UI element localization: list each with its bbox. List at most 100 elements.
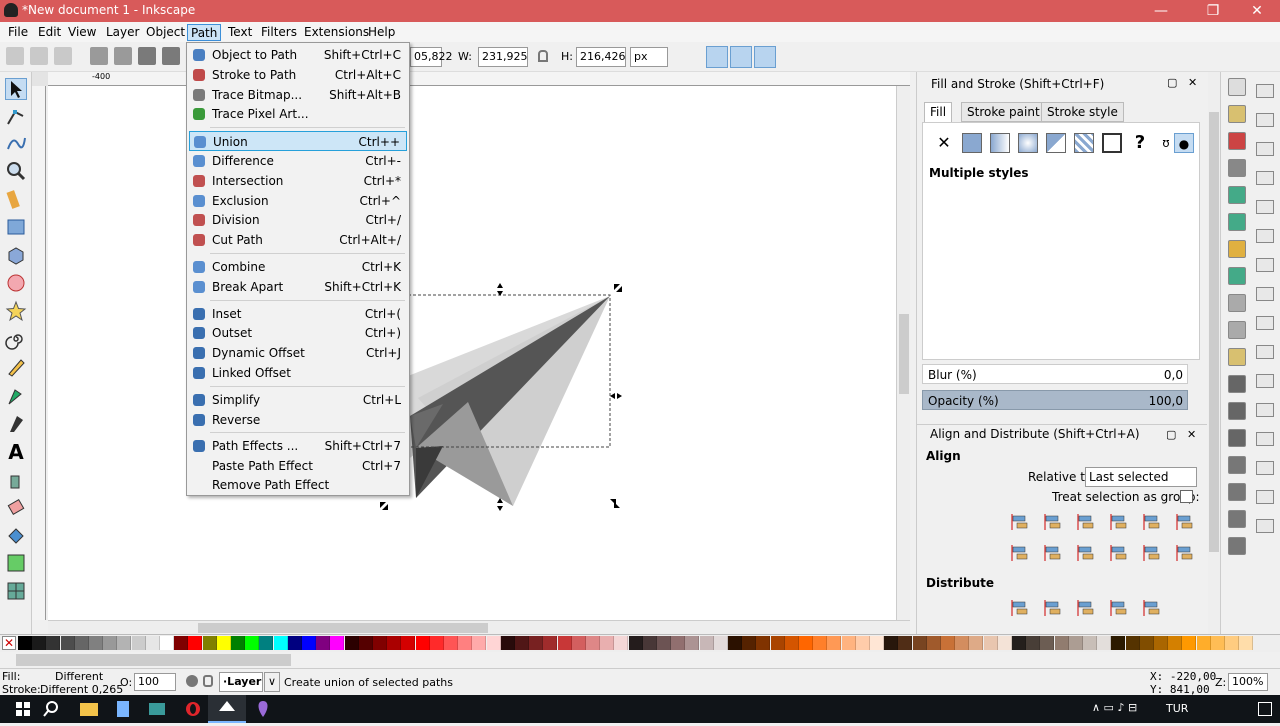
palette-scroll-thumb[interactable] (16, 654, 291, 666)
drawing-canvas[interactable] (48, 86, 896, 620)
opacity-slider[interactable]: Opacity (%) 100,0 (922, 390, 1188, 410)
tab-stroke-style[interactable]: Stroke style (1041, 102, 1124, 122)
path-menu-item-division[interactable]: Division Ctrl+/ (189, 210, 407, 230)
align-bottom-edges-icon[interactable] (1010, 543, 1030, 563)
distribute-right-icon[interactable] (1076, 598, 1096, 618)
flat-color-icon[interactable] (962, 133, 982, 153)
palette-swatch[interactable] (1154, 636, 1168, 650)
palette-swatch[interactable] (1054, 636, 1069, 650)
palette-swatch[interactable] (344, 636, 359, 650)
rotate-ccw-icon[interactable] (90, 47, 108, 65)
path-menu-item-dynamic-offset[interactable]: Dynamic Offset Ctrl+J (189, 343, 407, 363)
align-right-edges-icon[interactable] (1010, 512, 1030, 532)
palette-swatch[interactable] (245, 636, 260, 650)
canvas-horizontal-scrollbar[interactable] (48, 620, 910, 634)
text-anchor-align-icon[interactable] (1175, 543, 1195, 563)
menu-file[interactable]: File (5, 24, 31, 41)
palette-swatch[interactable] (273, 636, 288, 650)
tab-stroke-paint[interactable]: Stroke paint (961, 102, 1046, 122)
path-menu-item-trace-bitmap[interactable]: Trace Bitmap... Shift+Alt+B (189, 85, 407, 105)
palette-swatch[interactable] (941, 636, 955, 650)
palette-swatch[interactable] (1139, 636, 1154, 650)
tweak-tool-icon[interactable] (5, 132, 27, 154)
palette-swatch[interactable] (60, 636, 75, 650)
palette-swatch[interactable] (870, 636, 884, 650)
palette-swatch[interactable] (302, 636, 316, 650)
palette-swatch[interactable] (983, 636, 998, 650)
duplicate-icon[interactable] (1228, 456, 1246, 474)
palette-swatch[interactable] (131, 636, 146, 650)
gradient-tool-icon[interactable] (5, 552, 27, 574)
blur-slider[interactable]: Blur (%) 0,0 (922, 364, 1188, 384)
palette-swatch[interactable] (742, 636, 757, 650)
palette-swatch[interactable] (898, 636, 913, 650)
snap-cusp-icon[interactable] (1256, 287, 1274, 301)
layer-dropdown-icon[interactable]: ∨ (264, 672, 280, 692)
pen-tool-icon[interactable] (5, 384, 27, 406)
zoom-page-icon[interactable] (1228, 429, 1246, 447)
palette-swatch[interactable] (188, 636, 203, 650)
text-tool-icon[interactable]: A (5, 440, 27, 464)
palette-swatch[interactable] (557, 636, 572, 650)
zoom-input[interactable]: 100% (1228, 673, 1268, 691)
node-tool-icon[interactable] (5, 106, 27, 128)
scale-handle-bottom[interactable] (497, 498, 503, 511)
palette-swatch[interactable] (117, 636, 132, 650)
palette-swatch[interactable] (756, 636, 771, 650)
palette-swatch[interactable] (685, 636, 700, 650)
palette-swatch[interactable] (997, 636, 1012, 650)
tray-icons[interactable]: ∧ ▭ ♪ ⊟ (1092, 701, 1137, 714)
lock-icon[interactable] (538, 50, 548, 62)
palette-swatch[interactable] (1168, 636, 1183, 650)
path-menu-item-union[interactable]: Union Ctrl++ (189, 131, 407, 152)
paste-icon[interactable] (1228, 348, 1246, 366)
path-menu-item-remove-path-effect[interactable]: Remove Path Effect (189, 475, 407, 495)
palette-swatch[interactable] (884, 636, 899, 650)
palette-swatch[interactable] (955, 636, 970, 650)
ellipse-tool-icon[interactable] (5, 272, 27, 294)
copy-icon[interactable] (1228, 294, 1246, 312)
measure-tool-icon[interactable] (5, 188, 27, 210)
center-horizontal-axis-icon[interactable] (1076, 543, 1096, 563)
new-document-icon[interactable] (1228, 78, 1246, 96)
layer-lock-icon[interactable] (203, 675, 213, 687)
palette-swatch[interactable] (855, 636, 870, 650)
scale-handle-top[interactable] (497, 283, 503, 296)
group-icon[interactable] (1228, 510, 1246, 528)
palette-swatch[interactable] (32, 636, 47, 650)
align-maximize-icon[interactable]: ▢ (1166, 428, 1176, 441)
palette-swatch[interactable] (231, 636, 245, 650)
menu-extensions[interactable]: Extensions (301, 24, 372, 41)
palette-swatch[interactable] (770, 636, 785, 650)
menu-help[interactable]: Help (365, 24, 398, 41)
palette-swatch[interactable] (1225, 636, 1239, 650)
palette-swatch[interactable] (486, 636, 501, 650)
fill-rule-evenodd-icon[interactable]: ʊ (1156, 133, 1176, 153)
path-menu-item-difference[interactable]: Difference Ctrl+- (189, 151, 407, 171)
path-menu-item-combine[interactable]: Combine Ctrl+K (189, 257, 407, 277)
flip-horizontal-icon[interactable] (138, 47, 156, 65)
text-baseline-align-icon[interactable] (1175, 512, 1195, 532)
scale-handle-bottom-left[interactable] (380, 502, 388, 510)
palette-swatch[interactable] (1210, 636, 1225, 650)
select-all-layers-icon[interactable] (30, 47, 48, 65)
distribute-gaps-icon[interactable] (1109, 598, 1129, 618)
snap-nodes-icon[interactable] (1256, 200, 1274, 214)
path-menu-item-trace-pixel-art[interactable]: Trace Pixel Art... (189, 104, 407, 124)
align-right-sides-icon[interactable] (1109, 512, 1129, 532)
restore-icon[interactable]: ❐ (1196, 0, 1230, 22)
unit-select[interactable]: px (630, 47, 668, 67)
star-tool-icon[interactable] (5, 300, 27, 322)
path-menu-item-simplify[interactable]: Simplify Ctrl+L (189, 390, 407, 410)
palette-swatch[interactable] (18, 636, 32, 650)
swatch-icon[interactable] (1102, 133, 1122, 153)
fill-rule-nonzero-icon[interactable]: ● (1174, 133, 1194, 153)
distribute-baseline-icon[interactable] (1142, 598, 1162, 618)
palette-swatch[interactable] (657, 636, 671, 650)
scale-stroke-toggle[interactable] (706, 46, 728, 68)
palette-swatch[interactable] (642, 636, 657, 650)
file-explorer-icon[interactable] (70, 695, 108, 723)
statusbar-opacity-input[interactable]: 100 (134, 673, 176, 691)
palette-swatch[interactable] (1097, 636, 1112, 650)
palette-swatch[interactable] (926, 636, 941, 650)
